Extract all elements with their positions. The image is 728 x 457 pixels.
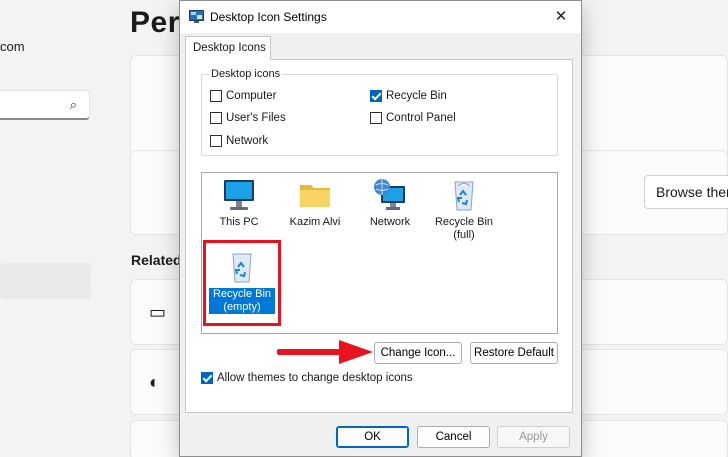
browse-button[interactable]: Browse then <box>644 175 728 209</box>
icon-label: Recycle Bin (full) <box>434 216 494 241</box>
change-icon-button[interactable]: Change Icon... <box>374 342 462 364</box>
checkbox-box <box>210 112 222 124</box>
sidebar-item-selected[interactable] <box>0 263 91 299</box>
annotation-highlight-box <box>203 240 281 326</box>
recycle-bin-checkbox[interactable]: Recycle Bin <box>370 90 447 102</box>
monitor-icon <box>221 178 257 212</box>
network-icon <box>372 178 408 212</box>
checkbox-box <box>210 135 222 147</box>
icon-label: Network <box>369 216 411 228</box>
contrast-icon: ◐ <box>149 372 160 392</box>
restore-default-button[interactable]: Restore Default <box>470 342 558 364</box>
apply-button[interactable]: Apply <box>497 426 570 448</box>
search-input[interactable]: ⌕ <box>0 90 90 120</box>
checkbox-label: Recycle Bin <box>386 90 447 102</box>
folder-icon <box>297 178 333 212</box>
icon-item-this-pc[interactable]: This PC <box>202 178 276 229</box>
icon-label: Kazim Alvi <box>289 216 341 228</box>
title-bar: Desktop Icon Settings ✕ <box>180 1 581 33</box>
icon-label: This PC <box>219 216 259 228</box>
icon-item-user-folder[interactable]: Kazim Alvi <box>278 178 352 229</box>
users-files-checkbox[interactable]: User's Files <box>210 112 286 124</box>
taskbar-icon: ▭ <box>149 302 167 322</box>
network-checkbox[interactable]: Network <box>210 135 268 147</box>
control-panel-checkbox[interactable]: Control Panel <box>370 112 456 124</box>
annotation-arrow-icon <box>277 340 373 364</box>
desktop-settings-icon <box>189 10 204 23</box>
checkbox-label: User's Files <box>226 112 286 124</box>
search-icon: ⌕ <box>69 97 77 112</box>
checkbox-box <box>201 372 213 384</box>
related-heading: Related <box>131 252 182 268</box>
recycle-bin-full-icon <box>446 178 482 212</box>
checkbox-box <box>370 112 382 124</box>
checkbox-label: Allow themes to change desktop icons <box>217 372 413 384</box>
close-icon[interactable]: ✕ <box>547 5 575 29</box>
computer-checkbox[interactable]: Computer <box>210 90 277 102</box>
checkbox-box <box>210 90 222 102</box>
checkbox-label: Network <box>226 135 269 147</box>
dialog-title: Desktop Icon Settings <box>210 10 327 24</box>
ok-button[interactable]: OK <box>336 426 409 448</box>
cancel-button[interactable]: Cancel <box>417 426 490 448</box>
checkbox-box <box>370 90 382 102</box>
icon-item-recycle-bin-full[interactable]: Recycle Bin (full) <box>427 178 501 242</box>
checkbox-label: Control Panel <box>386 112 456 124</box>
checkbox-label: Computer <box>226 90 277 102</box>
group-label: Desktop icons <box>209 68 283 80</box>
tab-desktop-icons[interactable]: Desktop Icons <box>185 36 271 60</box>
allow-themes-checkbox[interactable]: Allow themes to change desktop icons <box>201 372 413 384</box>
account-email-fragment: com <box>0 39 25 54</box>
icon-item-network[interactable]: Network <box>353 178 427 229</box>
